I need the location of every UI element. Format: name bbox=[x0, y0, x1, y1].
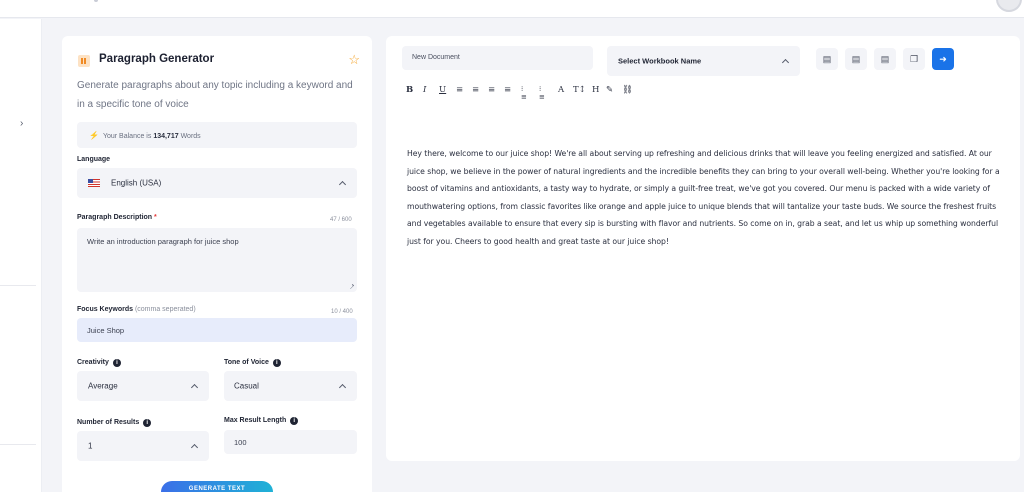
language-label: Language bbox=[77, 156, 111, 163]
maxlen-value: 100 bbox=[234, 438, 247, 447]
italic-button[interactable]: I bbox=[423, 85, 426, 95]
creativity-select[interactable]: Average bbox=[77, 371, 209, 401]
balance-suffix: Words bbox=[178, 133, 201, 140]
info-icon[interactable]: i bbox=[112, 359, 121, 367]
description-label-text: Paragraph Description bbox=[77, 214, 153, 221]
bolt-icon: ⚡ bbox=[89, 131, 99, 140]
generate-button[interactable]: GENERATE TEXT bbox=[161, 481, 273, 492]
underline-button[interactable]: U bbox=[439, 85, 446, 95]
heading-button[interactable]: H bbox=[592, 85, 599, 95]
tone-select[interactable]: Casual bbox=[224, 371, 357, 401]
copy-icon[interactable]: ❐ bbox=[903, 48, 925, 70]
font-color-button[interactable]: A bbox=[558, 85, 564, 95]
required-marker: * bbox=[154, 214, 157, 221]
results-label: Number of Results i bbox=[77, 419, 152, 427]
align-center-button[interactable]: ≡ bbox=[472, 85, 479, 95]
sidebar: › bbox=[0, 19, 42, 492]
keywords-value: Juice Shop bbox=[87, 326, 125, 335]
font-size-button[interactable]: T↕ bbox=[573, 85, 586, 95]
results-label-text: Number of Results bbox=[77, 419, 140, 426]
keywords-label-text: Focus Keywords bbox=[77, 306, 134, 313]
description-counter: 47 / 600 bbox=[330, 217, 352, 223]
panel-header: Paragraph Generator ☆ bbox=[78, 52, 360, 69]
save-document-icon[interactable]: ➜ bbox=[932, 48, 954, 70]
description-label: Paragraph Description * bbox=[77, 214, 157, 221]
link-icon[interactable]: ⛓ bbox=[622, 85, 633, 95]
align-justify-button[interactable]: ≡ bbox=[504, 85, 511, 95]
chevron-up-icon bbox=[190, 383, 199, 392]
maxlen-label-text: Max Result Length bbox=[224, 417, 287, 424]
keywords-input[interactable]: Juice Shop bbox=[77, 318, 357, 342]
top-bar bbox=[0, 0, 1024, 18]
results-select[interactable]: 1 bbox=[77, 431, 209, 461]
balance-value: 134,717 bbox=[153, 133, 179, 140]
chevron-up-icon bbox=[338, 180, 347, 189]
export-txt-icon[interactable]: ▤ bbox=[874, 48, 896, 70]
editor-panel: New Document Select Workbook Name ▤ ▤ ▤ … bbox=[386, 36, 1020, 461]
align-left-button[interactable]: ≡ bbox=[456, 85, 463, 95]
resize-handle-icon[interactable] bbox=[349, 284, 354, 289]
language-value: English (USA) bbox=[111, 178, 162, 188]
chevron-up-icon bbox=[190, 443, 199, 452]
info-icon[interactable]: i bbox=[290, 417, 299, 425]
keywords-label: Focus Keywords (comma seperated) bbox=[77, 306, 196, 313]
bullet-list-button[interactable]: ⁝≡ bbox=[539, 85, 545, 101]
sidebar-divider bbox=[0, 285, 36, 286]
document-name-placeholder: New Document bbox=[412, 54, 460, 61]
top-bar-indicator bbox=[94, 0, 98, 2]
tone-value: Casual bbox=[234, 381, 259, 391]
workbook-label: Select Workbook Name bbox=[618, 56, 702, 66]
info-icon[interactable]: i bbox=[143, 419, 152, 427]
panel-description: Generate paragraphs about any topic incl… bbox=[77, 80, 353, 110]
creativity-value: Average bbox=[88, 381, 118, 391]
export-word-icon[interactable]: ▤ bbox=[816, 48, 838, 70]
tone-label-text: Tone of Voice bbox=[224, 359, 269, 366]
description-value: Write an introduction paragraph for juic… bbox=[87, 237, 239, 246]
export-pdf-icon[interactable]: ▤ bbox=[845, 48, 867, 70]
bold-button[interactable]: B bbox=[406, 85, 413, 95]
language-select[interactable]: English (USA) bbox=[77, 168, 357, 198]
description-textarea[interactable]: Write an introduction paragraph for juic… bbox=[77, 228, 357, 292]
creativity-label-text: Creativity bbox=[77, 359, 109, 366]
chevron-up-icon bbox=[781, 58, 790, 67]
page-title: Paragraph Generator bbox=[99, 53, 215, 65]
ordered-list-button[interactable]: ⁝≡ bbox=[521, 85, 527, 101]
maxlen-label: Max Result Length i bbox=[224, 417, 299, 425]
keywords-counter: 10 / 400 bbox=[331, 309, 353, 315]
us-flag-icon bbox=[88, 179, 100, 187]
creativity-label: Creativity i bbox=[77, 359, 121, 367]
sidebar-expand-chevron-icon[interactable]: › bbox=[20, 118, 23, 129]
balance-prefix: Your Balance is bbox=[102, 133, 154, 140]
avatar[interactable] bbox=[996, 0, 1022, 12]
workbook-select[interactable]: Select Workbook Name bbox=[607, 46, 800, 76]
chevron-up-icon bbox=[338, 383, 347, 392]
tone-label: Tone of Voice i bbox=[224, 359, 281, 367]
maxlen-input[interactable]: 100 bbox=[224, 430, 357, 454]
paragraph-app-icon bbox=[78, 55, 90, 67]
brush-icon[interactable]: ✎ bbox=[606, 85, 613, 95]
align-right-button[interactable]: ≡ bbox=[488, 85, 495, 95]
sidebar-divider bbox=[0, 444, 36, 445]
favorite-star-icon[interactable]: ☆ bbox=[348, 52, 360, 68]
generator-panel: Paragraph Generator ☆ Generate paragraph… bbox=[62, 36, 372, 492]
document-content[interactable]: Hey there, welcome to our juice shop! We… bbox=[407, 145, 1001, 250]
info-icon[interactable]: i bbox=[272, 359, 281, 367]
keywords-hint: (comma seperated) bbox=[133, 306, 196, 313]
results-value: 1 bbox=[88, 441, 93, 451]
document-name-input[interactable]: New Document bbox=[402, 46, 593, 70]
balance-notice: ⚡ Your Balance is 134,717 Words bbox=[77, 122, 357, 148]
